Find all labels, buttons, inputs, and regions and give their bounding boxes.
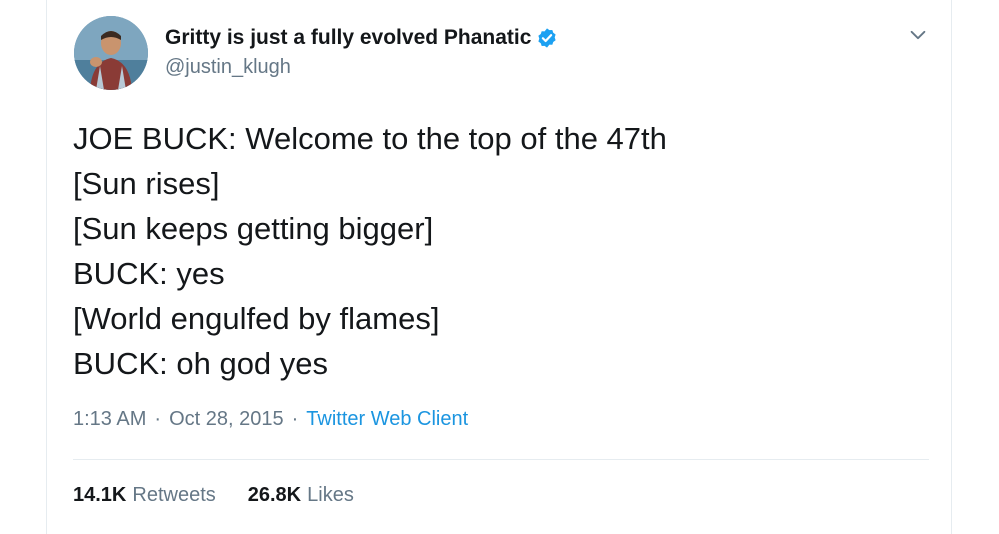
likes-label: Likes <box>307 484 354 506</box>
tweet-text-line: [Sun rises] <box>73 166 220 201</box>
divider <box>73 459 929 460</box>
retweets-label: Retweets <box>132 484 216 506</box>
avatar-photo <box>74 16 148 90</box>
avatar[interactable] <box>74 16 148 90</box>
tweet-text-line: JOE BUCK: Welcome to the top of the 47th <box>73 121 667 156</box>
tweet-text: JOE BUCK: Welcome to the top of the 47th… <box>73 116 913 386</box>
retweets-count: 14.1K <box>73 484 127 506</box>
author-handle[interactable]: @justin_klugh <box>165 56 291 79</box>
tweet-client-link[interactable]: Twitter Web Client <box>306 408 468 431</box>
verified-badge-icon <box>538 28 557 48</box>
tweet-text-line: [Sun keeps getting bigger] <box>73 211 434 246</box>
author-display-name[interactable]: Gritty is just a fully evolved Phanatic <box>165 26 531 50</box>
tweet-text-line: [World engulfed by flames] <box>73 301 440 336</box>
likes-stat[interactable]: 26.8K Likes <box>248 484 354 507</box>
meta-separator: · <box>291 408 299 430</box>
engagement-stats: 14.1K Retweets 26.8K Likes <box>73 484 354 507</box>
tweet-date[interactable]: Oct 28, 2015 <box>169 408 284 431</box>
chevron-down-icon[interactable] <box>907 24 929 46</box>
tweet-time[interactable]: 1:13 AM <box>73 408 146 431</box>
author-name-row[interactable]: Gritty is just a fully evolved Phanatic <box>165 24 558 52</box>
meta-separator: · <box>154 408 162 430</box>
tweet-text-line: BUCK: oh god yes <box>73 346 329 381</box>
tweet-metadata: 1:13 AM · Oct 28, 2015 · Twitter Web Cli… <box>73 408 468 431</box>
tweet-text-line: BUCK: yes <box>73 256 225 291</box>
tweet-card: Gritty is just a fully evolved Phanatic … <box>46 0 952 534</box>
retweets-stat[interactable]: 14.1K Retweets <box>73 484 216 507</box>
likes-count: 26.8K <box>247 484 302 506</box>
